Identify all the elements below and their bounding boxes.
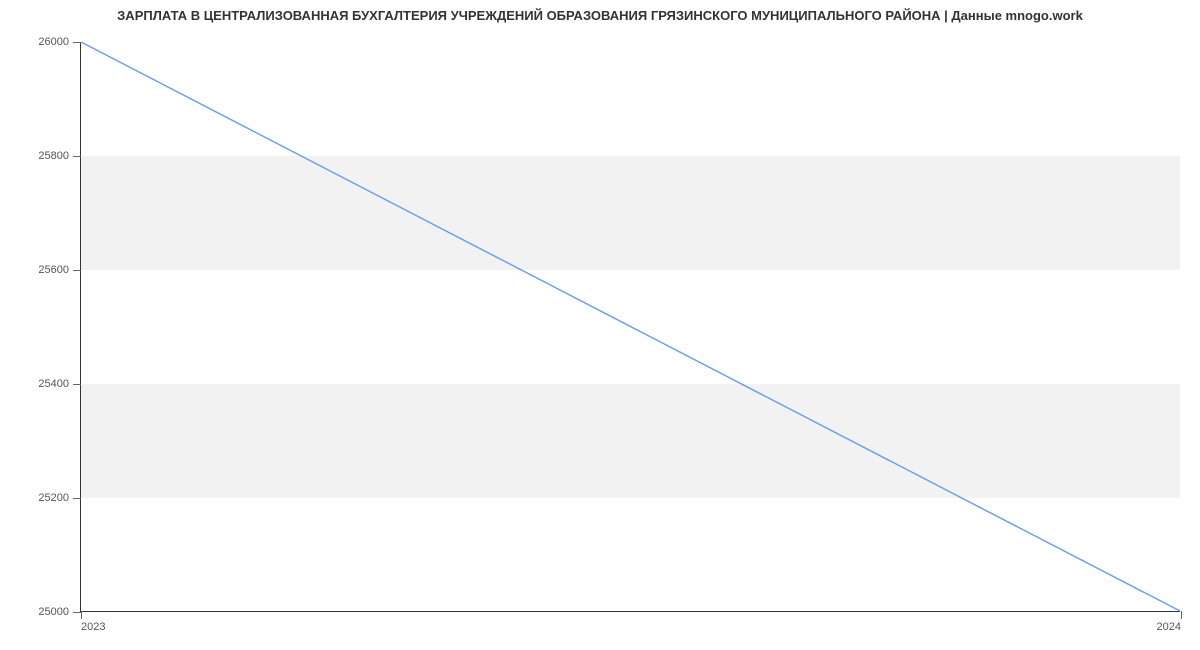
- y-tick: [73, 498, 81, 499]
- x-tick: [1181, 611, 1182, 619]
- chart-title: ЗАРПЛАТА В ЦЕНТРАЛИЗОВАННАЯ БУХГАЛТЕРИЯ …: [0, 8, 1200, 23]
- y-tick-label: 26000: [38, 36, 69, 48]
- y-tick: [73, 156, 81, 157]
- y-tick-label: 25800: [38, 150, 69, 162]
- chart-container: ЗАРПЛАТА В ЦЕНТРАЛИЗОВАННАЯ БУХГАЛТЕРИЯ …: [0, 0, 1200, 650]
- line-layer: [81, 42, 1180, 611]
- y-tick-label: 25000: [38, 606, 69, 618]
- y-tick-label: 25400: [38, 378, 69, 390]
- y-tick-label: 25600: [38, 264, 69, 276]
- x-tick-label: 2024: [1157, 621, 1181, 633]
- x-tick-label: 2023: [81, 621, 105, 633]
- y-tick: [73, 42, 81, 43]
- plot-area: 25000252002540025600258002600020232024: [80, 42, 1180, 612]
- y-tick: [73, 270, 81, 271]
- y-tick: [73, 384, 81, 385]
- y-tick-label: 25200: [38, 492, 69, 504]
- series-line: [81, 42, 1180, 611]
- y-tick: [73, 612, 81, 613]
- x-tick: [81, 611, 82, 619]
